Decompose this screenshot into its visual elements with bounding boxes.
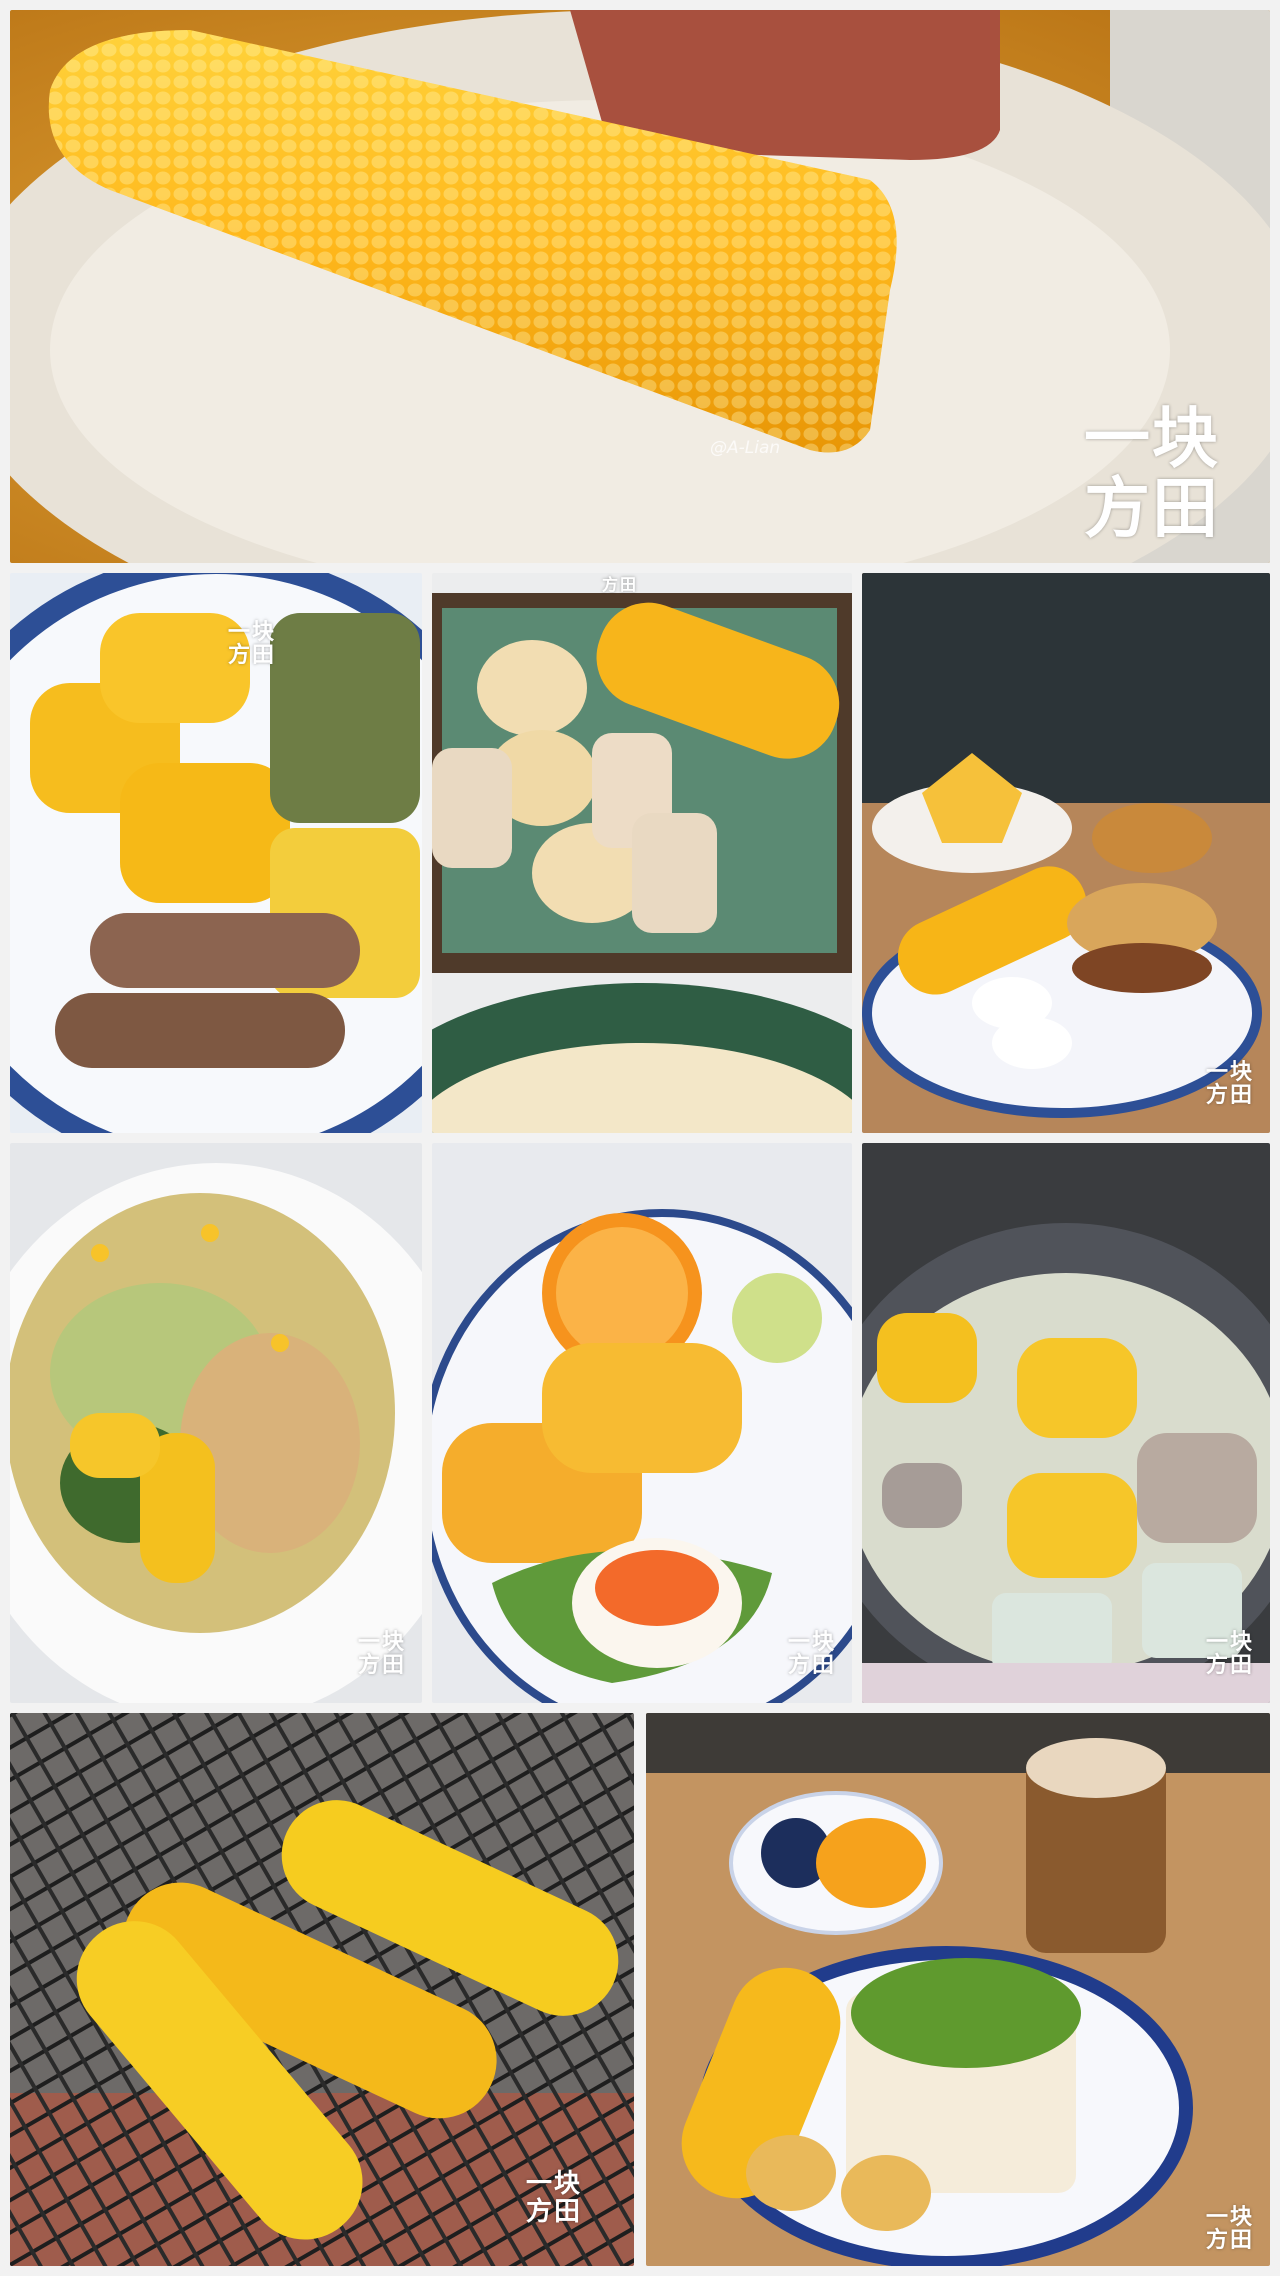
photo-boiled-corn-cob: 一块 方田 @A-Lian — [10, 10, 1270, 563]
watermark-logo: 一块 方田 — [1205, 2203, 1254, 2253]
watermark-logo: 一块 方田 — [1205, 1058, 1254, 1108]
watermark-logo: 一块 方田 — [228, 619, 277, 669]
photo-corn-burger: 一块 方田 — [862, 573, 1270, 1133]
watermark-logo: 一块 方田 — [787, 1628, 836, 1678]
photo-corn-soup: 一块 方田 — [862, 1143, 1270, 1703]
watermark-logo: 方田 — [602, 575, 639, 594]
photo-corn-avocado-toast: 一块 方田 — [646, 1713, 1270, 2266]
watermark-logo: 一块 方田 — [1084, 399, 1220, 547]
watermark-logo: 一块 方田 — [1205, 1628, 1254, 1678]
photo-corn-burger-image — [862, 573, 1270, 1133]
photo-corn-sausage-plate: 一块 方田 — [10, 573, 422, 1133]
photo-corn-sausage-image — [10, 573, 422, 1133]
photo-corn-avocado-toast-image — [646, 1713, 1270, 2266]
photo-corn-stir-fry-image — [10, 1143, 422, 1703]
photo-corn-dumplings: 方田 — [432, 573, 852, 1133]
photo-grilled-corn: 一块 方田 — [10, 1713, 634, 2266]
watermark-logo: 一块 方田 — [357, 1628, 406, 1678]
photo-corn-soup-image — [862, 1143, 1270, 1703]
watermark-logo: 一块 方田 — [525, 2169, 582, 2227]
photo-boiled-corn-image — [10, 10, 1270, 563]
photo-corn-stir-fry: 一块 方田 — [10, 1143, 422, 1703]
photo-corn-dumplings-image — [432, 573, 852, 1133]
photo-corn-egg-salad: 一块 方田 — [432, 1143, 852, 1703]
photo-credit-handle: @A-Lian — [710, 438, 781, 458]
photo-corn-egg-salad-image — [432, 1143, 852, 1703]
